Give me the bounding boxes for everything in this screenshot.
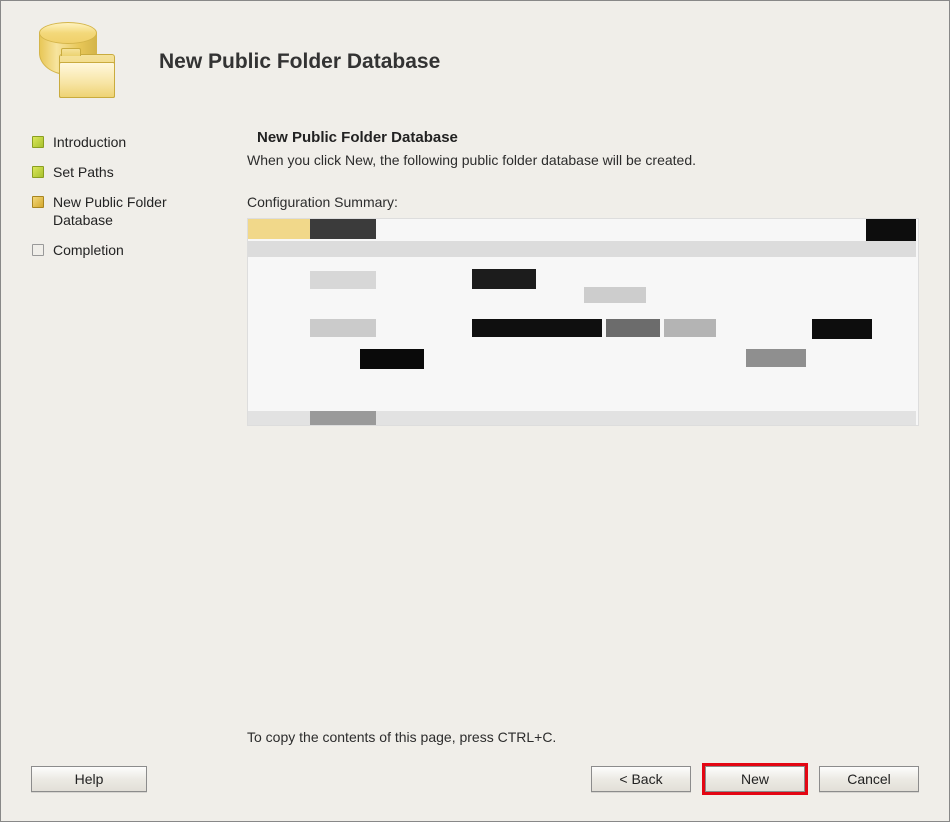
redacted-block	[248, 241, 916, 257]
redacted-block	[248, 219, 310, 239]
wizard-steps-sidebar: Introduction Set Paths New Public Folder…	[31, 111, 241, 759]
redacted-block	[310, 411, 376, 426]
panel-description: When you click New, the following public…	[247, 152, 919, 168]
redacted-block	[472, 319, 602, 337]
step-bullet-icon	[31, 135, 45, 149]
step-label: Set Paths	[53, 163, 114, 181]
step-new-public-folder-database: New Public Folder Database	[31, 193, 221, 229]
step-set-paths: Set Paths	[31, 163, 221, 181]
back-button[interactable]: < Back	[591, 766, 691, 792]
redacted-block	[746, 349, 806, 367]
redacted-block	[360, 349, 424, 369]
step-label: New Public Folder Database	[53, 193, 221, 229]
panel-title: New Public Folder Database	[247, 129, 919, 146]
redacted-block	[866, 219, 916, 241]
step-bullet-icon	[31, 165, 45, 179]
step-bullet-icon	[31, 243, 45, 257]
redacted-block	[664, 319, 716, 337]
database-folder-icon	[31, 20, 121, 105]
redacted-block	[584, 287, 646, 303]
redacted-block	[310, 219, 376, 239]
redacted-block	[310, 271, 376, 289]
new-button[interactable]: New	[705, 766, 805, 792]
wizard-footer: Help < Back New Cancel	[1, 759, 949, 821]
wizard-body: Introduction Set Paths New Public Folder…	[1, 111, 949, 759]
redacted-block	[606, 319, 660, 337]
step-completion: Completion	[31, 241, 221, 259]
step-introduction: Introduction	[31, 133, 221, 151]
copy-hint: To copy the contents of this page, press…	[247, 729, 919, 745]
wizard-title: New Public Folder Database	[159, 50, 440, 74]
redacted-block	[310, 319, 376, 337]
wizard-dialog: New Public Folder Database Introduction …	[0, 0, 950, 822]
redacted-block	[472, 269, 536, 289]
wizard-main-panel: New Public Folder Database When you clic…	[241, 111, 919, 759]
configuration-summary-label: Configuration Summary:	[247, 194, 919, 210]
step-bullet-icon	[31, 195, 45, 209]
help-button[interactable]: Help	[31, 766, 147, 792]
configuration-summary-readonly	[247, 218, 919, 426]
step-label: Introduction	[53, 133, 126, 151]
wizard-header: New Public Folder Database	[1, 1, 949, 111]
redacted-block	[812, 319, 872, 339]
step-label: Completion	[53, 241, 124, 259]
cancel-button[interactable]: Cancel	[819, 766, 919, 792]
